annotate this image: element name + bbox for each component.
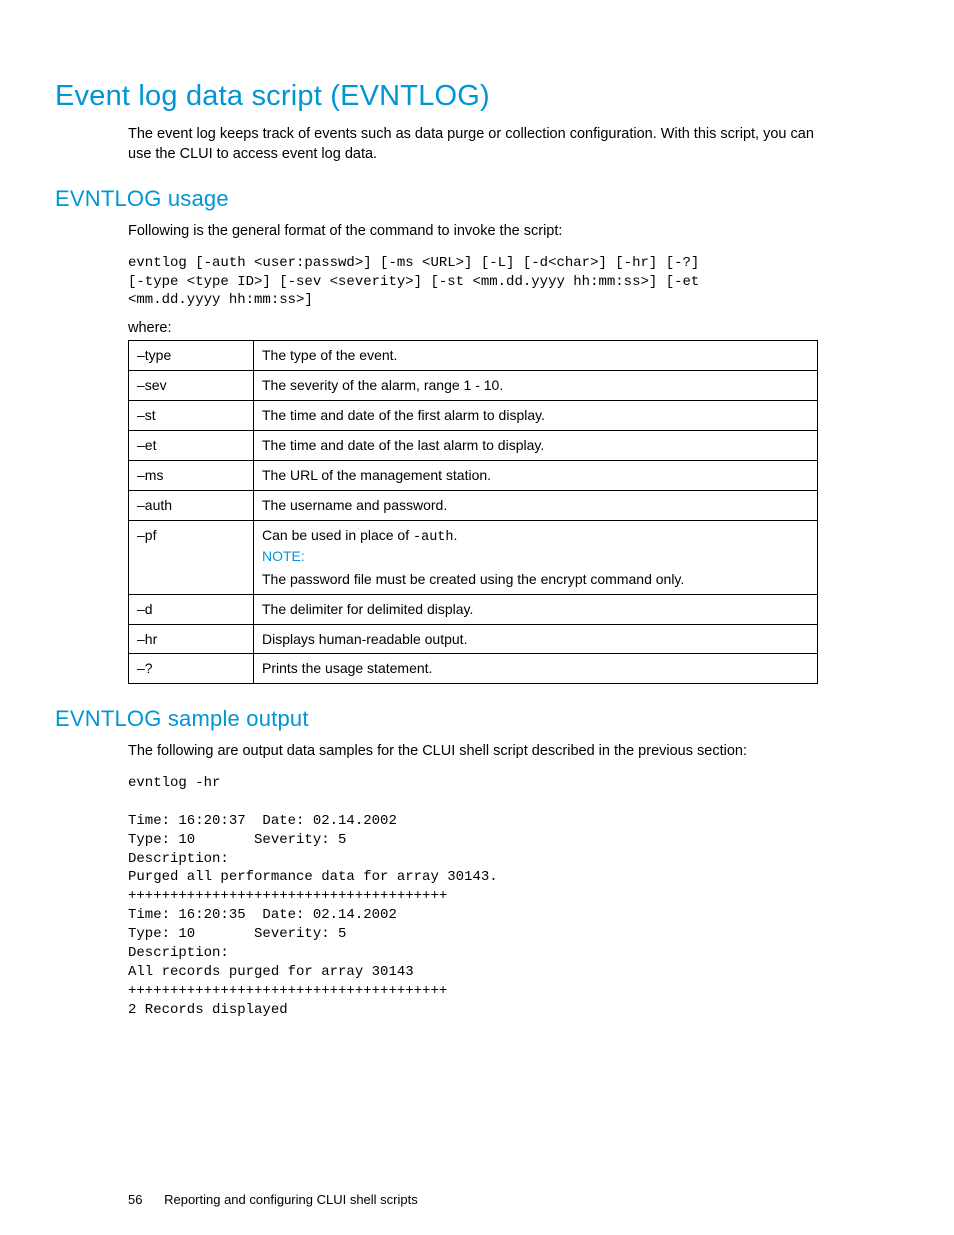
option-flag: –hr [129, 624, 254, 654]
note-text: The password file must be created using … [262, 570, 809, 589]
option-description: The username and password. [254, 490, 818, 520]
table-row: –hrDisplays human-readable output. [129, 624, 818, 654]
table-row: –sevThe severity of the alarm, range 1 -… [129, 371, 818, 401]
option-description: Can be used in place of -auth.NOTE:The p… [254, 520, 818, 594]
page-footer: 56 Reporting and configuring CLUI shell … [128, 1192, 418, 1207]
table-row: –authThe username and password. [129, 490, 818, 520]
option-description: The severity of the alarm, range 1 - 10. [254, 371, 818, 401]
option-description: The time and date of the last alarm to d… [254, 431, 818, 461]
option-flag: –ms [129, 460, 254, 490]
intro-paragraph: The event log keeps track of events such… [55, 125, 824, 164]
option-description: The URL of the management station. [254, 460, 818, 490]
table-row: –?Prints the usage statement. [129, 654, 818, 684]
table-row: –stThe time and date of the first alarm … [129, 401, 818, 431]
table-row: –dThe delimiter for delimited display. [129, 594, 818, 624]
option-description: The time and date of the first alarm to … [254, 401, 818, 431]
option-flag: –pf [129, 520, 254, 594]
option-flag: –st [129, 401, 254, 431]
page-content: Event log data script (EVNTLOG) The even… [0, 0, 954, 1020]
option-flag: –sev [129, 371, 254, 401]
usage-intro: Following is the general format of the c… [55, 222, 824, 242]
page-number: 56 [128, 1192, 142, 1207]
table-row: –typeThe type of the event. [129, 341, 818, 371]
table-row: –msThe URL of the management station. [129, 460, 818, 490]
sample-heading: EVNTLOG sample output [55, 706, 824, 732]
option-flag: –et [129, 431, 254, 461]
option-flag: –? [129, 654, 254, 684]
option-description: Prints the usage statement. [254, 654, 818, 684]
option-flag: –d [129, 594, 254, 624]
sample-code-block: evntlog -hr Time: 16:20:37 Date: 02.14.2… [55, 774, 824, 1020]
footer-section: Reporting and configuring CLUI shell scr… [164, 1192, 418, 1207]
page-title: Event log data script (EVNTLOG) [55, 80, 824, 113]
table-row: –etThe time and date of the last alarm t… [129, 431, 818, 461]
options-table: –typeThe type of the event.–sevThe sever… [128, 340, 818, 684]
note-label: NOTE: [262, 547, 809, 566]
table-row: –pfCan be used in place of -auth.NOTE:Th… [129, 520, 818, 594]
option-description: The delimiter for delimited display. [254, 594, 818, 624]
usage-code-block: evntlog [-auth <user:passwd>] [-ms <URL>… [55, 254, 824, 311]
option-description: Displays human-readable output. [254, 624, 818, 654]
option-description: The type of the event. [254, 341, 818, 371]
usage-heading: EVNTLOG usage [55, 186, 824, 212]
where-label: where: [55, 320, 824, 336]
sample-intro: The following are output data samples fo… [55, 742, 824, 762]
option-flag: –type [129, 341, 254, 371]
option-flag: –auth [129, 490, 254, 520]
